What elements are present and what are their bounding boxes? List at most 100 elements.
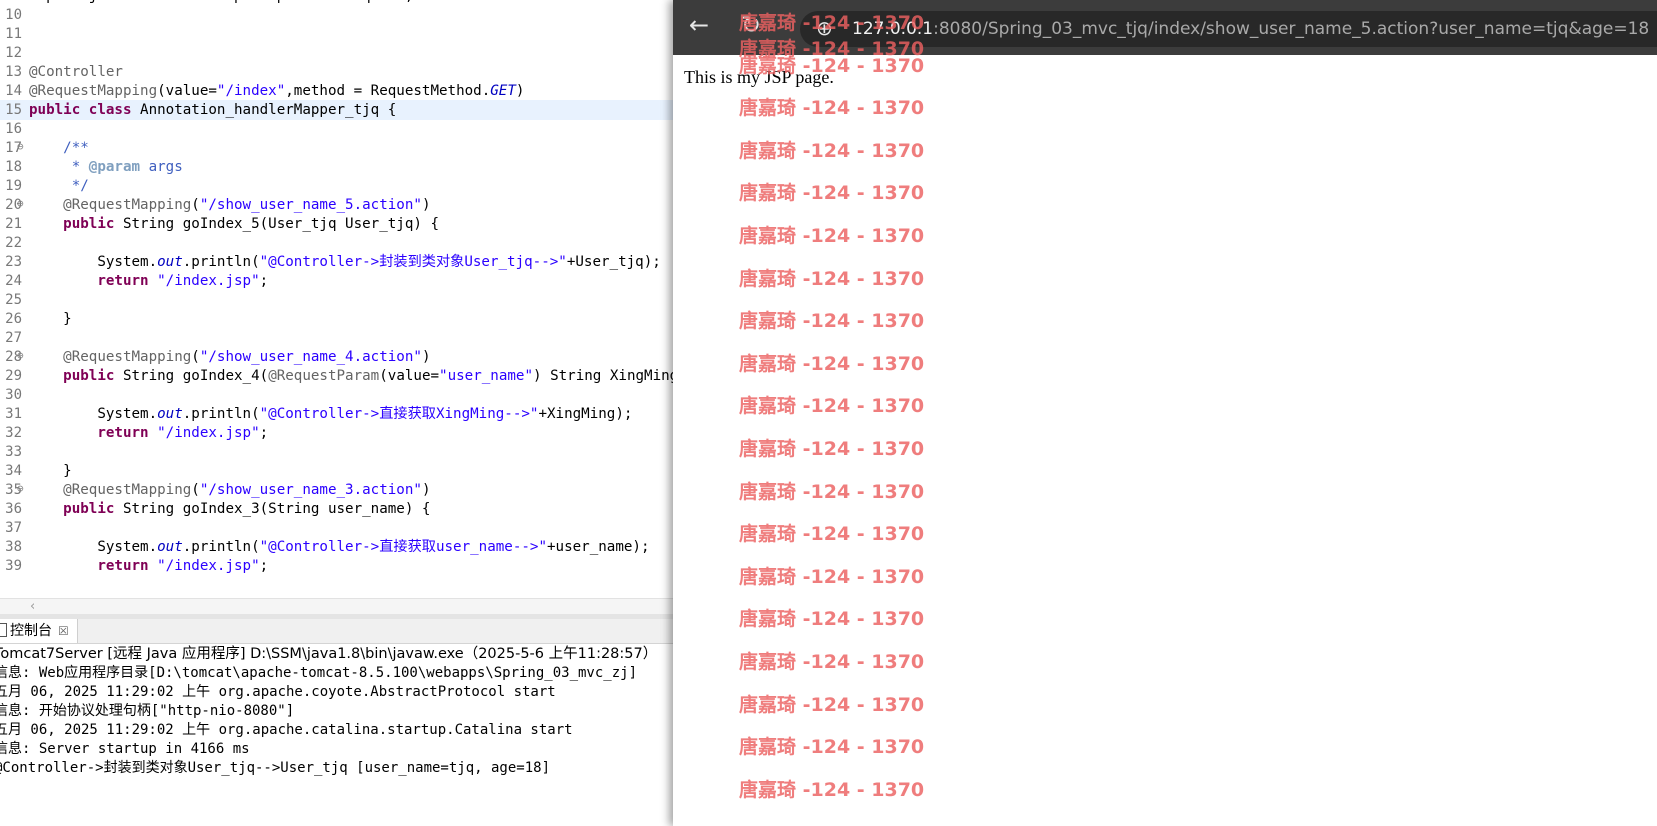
code-line[interactable]: 34 }: [0, 461, 673, 481]
code-line[interactable]: 35 ⊖ @RequestMapping("/show_user_name_3.a…: [0, 480, 673, 500]
code-line[interactable]: 39 return "/index.jsp";: [0, 556, 673, 576]
code-text: return "/index.jsp";: [29, 271, 268, 291]
watermark-text: 唐嘉琦 -124 - 1370: [739, 608, 925, 631]
code-line[interactable]: 31 System.out.println("@Controller->直接获取…: [0, 404, 673, 424]
fold-toggle-icon[interactable]: ⊖: [17, 479, 24, 499]
line-number: 16: [5, 121, 22, 137]
code-line[interactable]: 38 System.out.println("@Controller->直接获取…: [0, 537, 673, 557]
code-text: public class Annotation_handlerMapper_tj…: [29, 100, 396, 120]
code-token: out: [157, 254, 183, 270]
console-output[interactable]: Tomcat7Server [远程 Java 应用程序] D:\SSM\java…: [0, 644, 673, 826]
code-line[interactable]: 27: [0, 328, 673, 348]
code-token: +XingMing);: [538, 406, 633, 422]
code-line[interactable]: 30: [0, 385, 673, 405]
code-token: "/show_user_name_5.action": [199, 197, 422, 213]
watermark-text: 唐嘉琦 -124 - 1370: [739, 480, 925, 503]
editor-horizontal-scrollbar[interactable]: ‹: [0, 598, 673, 615]
code-line[interactable]: 20 ⊖ @RequestMapping("/show_user_name_5.a…: [0, 195, 673, 215]
code-line[interactable]: 22: [0, 233, 673, 253]
fold-toggle-icon[interactable]: ⊖: [17, 346, 24, 366]
code-text: @Controller: [29, 62, 123, 82]
code-line[interactable]: 16: [0, 119, 673, 139]
console-line: @Controller->封装到类对象User_tjq-->User_tjq […: [0, 760, 551, 776]
page-viewport: This is my JSP page. 唐嘉琦 -124 - 1370 唐嘉琦 …: [676, 12, 1657, 826]
watermark-text: 唐嘉琦 -124 - 1370: [739, 182, 925, 205]
code-token: (: [191, 349, 200, 365]
address-bar[interactable]: ⊕ 127.0.0.1:8080/Spring_03_mvc_tjq/index…: [800, 11, 1657, 47]
url-path: :8080/Spring_03_mvc_tjq/index/show_user_…: [933, 19, 1650, 39]
code-line[interactable]: 37: [0, 518, 673, 538]
url-text[interactable]: 127.0.0.1:8080/Spring_03_mvc_tjq/index/s…: [852, 19, 1649, 39]
code-token: .println(: [182, 539, 260, 555]
line-number: 24: [5, 273, 22, 289]
code-line[interactable]: 18 * @param args: [0, 157, 673, 177]
fold-toggle-icon[interactable]: ⊖: [17, 137, 24, 157]
code-line[interactable]: 23 System.out.println("@Controller->封装到类…: [0, 252, 673, 272]
code-token: out: [157, 406, 183, 422]
line-number: 26: [5, 311, 22, 327]
code-token: +user_name);: [547, 539, 650, 555]
code-token: @RequestMapping: [29, 83, 158, 99]
line-number: 21: [5, 216, 22, 232]
code-line[interactable]: 33: [0, 442, 673, 462]
code-line[interactable]: 12: [0, 43, 673, 63]
line-number: 10: [5, 7, 22, 23]
line-number: 36: [5, 501, 22, 517]
code-text: System.out.println("@Controller->直接获取use…: [29, 537, 650, 557]
code-token: ): [421, 482, 431, 498]
code-line[interactable]: 29 public String goIndex_4(@RequestParam…: [0, 366, 673, 386]
line-number: 11: [5, 26, 22, 42]
code-token: ): [421, 197, 431, 213]
fold-toggle-icon[interactable]: ⊖: [17, 194, 24, 214]
line-number: 32: [5, 425, 22, 441]
code-line[interactable]: 10: [0, 5, 673, 25]
code-line[interactable]: 13 @Controller: [0, 62, 673, 82]
code-line[interactable]: 21 public String goIndex_5(User_tjq User…: [0, 214, 673, 234]
code-text: return "/index.jsp";: [29, 423, 268, 443]
back-arrow-icon[interactable]: ←: [689, 10, 709, 40]
line-number: 19: [5, 178, 22, 194]
code-token: String goIndex_5(User_tjq User_tjq) {: [122, 216, 440, 232]
console-process-header: Tomcat7Server [远程 Java 应用程序] D:\SSM\java…: [0, 646, 658, 662]
code-line[interactable]: 17 ⊖ /**: [0, 138, 673, 158]
scroll-left-icon[interactable]: ‹: [30, 599, 35, 614]
line-number: 37: [5, 520, 22, 536]
code-line[interactable]: 14 @RequestMapping(value="/index",method …: [0, 81, 673, 101]
code-token: "/index.jsp": [157, 425, 260, 441]
watermark-text: 唐嘉琦 -124 - 1370: [739, 438, 925, 460]
watermark-text: 唐嘉琦 -124 - 1370: [739, 225, 925, 247]
tab-console[interactable]: 控制台 ☒: [0, 619, 78, 643]
code-text: * @param args: [29, 157, 183, 177]
code-text: @RequestMapping(value="/index",method = …: [29, 81, 524, 101]
code-line[interactable]: 19 */: [0, 176, 673, 196]
code-line[interactable]: 36 public String goIndex_3(String user_n…: [0, 499, 673, 519]
console-line: 五月 06, 2025 11:29:02 上午 org.apache.catal…: [0, 722, 573, 738]
watermark-text: 唐嘉琦 -124 - 1370: [739, 523, 925, 546]
watermark-text: 唐嘉琦 -124 - 1370: [739, 778, 925, 801]
code-line[interactable]: 24 return "/index.jsp";: [0, 271, 673, 291]
code-token: (value=: [379, 368, 440, 384]
code-line[interactable]: 28 ⊖ @RequestMapping("/show_user_name_4.a…: [0, 347, 673, 367]
code-token: return: [29, 425, 158, 441]
code-line[interactable]: 15 public class Annotation_handlerMapper_…: [0, 100, 673, 120]
code-token: ,method = RequestMethod.: [285, 83, 491, 99]
code-text: @RequestMapping("/show_user_name_4.actio…: [29, 347, 430, 367]
code-text: @RequestMapping("/show_user_name_3.actio…: [29, 480, 430, 500]
console-icon: [0, 623, 7, 637]
line-number: 15: [5, 102, 22, 118]
line-number: 29: [5, 368, 22, 384]
code-line[interactable]: 25: [0, 290, 673, 310]
code-token: *: [29, 159, 89, 175]
console-line: 五月 06, 2025 11:29:02 上午 org.apache.coyot…: [0, 684, 556, 700]
code-text: public String goIndex_5(User_tjq User_tj…: [29, 214, 439, 234]
code-editor[interactable]: 9⊖import javax.servlet.http.HttpServletR…: [0, 0, 673, 598]
code-line[interactable]: 32 return "/index.jsp";: [0, 423, 673, 443]
close-icon[interactable]: ☒: [58, 624, 69, 638]
code-token: ;: [259, 425, 269, 441]
code-token: @RequestParam: [268, 368, 380, 384]
code-line[interactable]: 26 }: [0, 309, 673, 329]
watermark-text: 唐嘉琦 -124 - 1370: [739, 565, 925, 588]
console-line: 信息: 开始协议处理句柄["http-nio-8080"]: [0, 703, 295, 719]
code-line[interactable]: 11: [0, 24, 673, 44]
code-token: GET: [490, 83, 516, 99]
